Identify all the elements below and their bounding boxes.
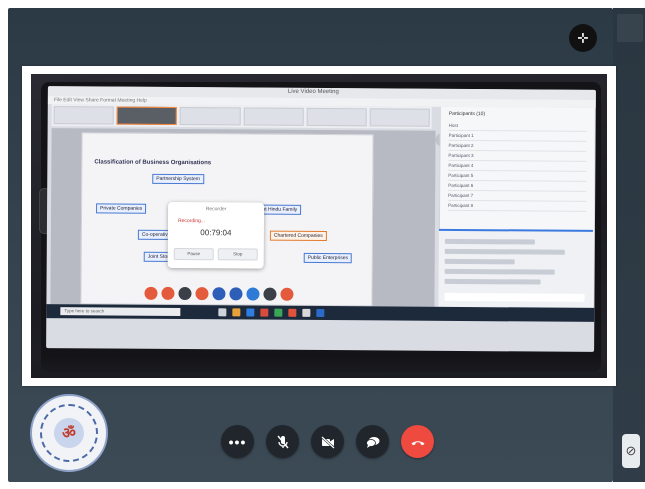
doc-box-highlight: Chartered Companies (269, 230, 327, 242)
video-thumbnail[interactable] (306, 107, 367, 127)
recorder-title: Recorder (205, 206, 227, 213)
shared-document-area: Classification of Business Organisations… (50, 128, 436, 307)
app-control-dot[interactable] (195, 287, 209, 301)
doc-box: Private Companies (96, 203, 147, 214)
app-meeting-controls (144, 286, 294, 301)
video-off-icon (320, 435, 335, 449)
shared-video: Live Video Meeting File Edit View Share … (31, 74, 607, 378)
side-strip-top (617, 14, 643, 42)
app-control-dot[interactable] (144, 286, 158, 300)
shared-video-frame: Live Video Meeting File Edit View Share … (22, 66, 616, 386)
app-control-dot[interactable] (263, 287, 277, 301)
document-heading: Classification of Business Organisations (94, 159, 212, 167)
taskbar-app-icon[interactable] (302, 308, 311, 317)
chat-message (444, 258, 515, 265)
taskbar-app-icon[interactable] (288, 308, 297, 317)
taskbar-app-icon[interactable] (260, 308, 269, 317)
chat-message (444, 268, 555, 275)
doc-box: Partnership System (152, 173, 204, 185)
microphone-muted-icon (276, 435, 289, 448)
video-thumbnail[interactable] (243, 107, 304, 126)
college-logo: ॐ (30, 394, 108, 472)
toggle-video-button[interactable] (311, 425, 344, 458)
video-thumbnail[interactable] (179, 107, 241, 126)
end-call-button[interactable] (401, 425, 434, 458)
participant-row[interactable]: Participant 8 (448, 200, 587, 212)
windows-taskbar: Type here to search (46, 304, 595, 322)
recorder-dialog: Recorder Recording... 00:79:04 Pause Sto… (167, 201, 265, 269)
laptop-screen: Live Video Meeting File Edit View Share … (46, 86, 596, 352)
taskbar-app-icon[interactable] (218, 308, 227, 317)
phone-hangup-icon (411, 440, 424, 445)
chat-message (444, 248, 565, 255)
om-symbol: ॐ (62, 425, 76, 442)
recorder-pause-button[interactable]: Pause (173, 247, 214, 261)
app-control-dot[interactable] (212, 287, 226, 301)
taskbar-search[interactable]: Type here to search (60, 307, 181, 317)
shared-document-page: Classification of Business Organisations… (80, 132, 374, 307)
taskbar-app-icon[interactable] (246, 308, 255, 317)
recorder-status: Recording... (177, 218, 205, 225)
app-control-dot[interactable] (280, 287, 294, 301)
chat-button[interactable] (356, 425, 389, 458)
app-control-dot[interactable] (246, 287, 260, 301)
more-options-button[interactable]: ••• (221, 425, 254, 458)
ellipsis-icon: ••• (228, 433, 247, 450)
video-thumbnail[interactable] (369, 108, 430, 127)
app-control-dot[interactable] (178, 287, 192, 301)
app-control-dot[interactable] (229, 287, 243, 301)
exit-fullscreen-icon: ⊹ (577, 30, 589, 45)
video-thumbnail-active[interactable] (116, 106, 178, 125)
taskbar-app-icon[interactable] (316, 308, 325, 318)
chat-message (444, 278, 541, 285)
participants-title: Participants (10) (448, 110, 486, 118)
exit-fullscreen-button[interactable]: ⊹ (569, 24, 597, 52)
video-thumbnail[interactable] (53, 106, 114, 125)
doc-box: Public Enterprises (303, 252, 353, 264)
paperclip-icon: ⊘ (625, 443, 637, 458)
taskbar-app-icon[interactable] (232, 308, 241, 317)
video-floor-shadow (31, 356, 607, 378)
app-control-dot[interactable] (161, 286, 175, 300)
taskbar-app-icon[interactable] (274, 308, 283, 317)
chat-panel (438, 228, 593, 310)
chat-bubble-icon (365, 436, 379, 448)
recorder-stop-button[interactable]: Stop (217, 248, 258, 261)
call-controls: ••• (221, 425, 434, 458)
recorder-time: 00:79:04 (200, 228, 232, 238)
recorder-buttons: Pause Stop (173, 247, 258, 261)
video-thumbnails (51, 104, 432, 129)
side-strip (613, 8, 645, 482)
chat-input[interactable] (444, 292, 585, 302)
app-title: Live Video Meeting (287, 88, 339, 96)
chat-message (444, 238, 535, 245)
mute-microphone-button[interactable] (266, 425, 299, 458)
attachment-button[interactable]: ⊘ (622, 434, 640, 468)
